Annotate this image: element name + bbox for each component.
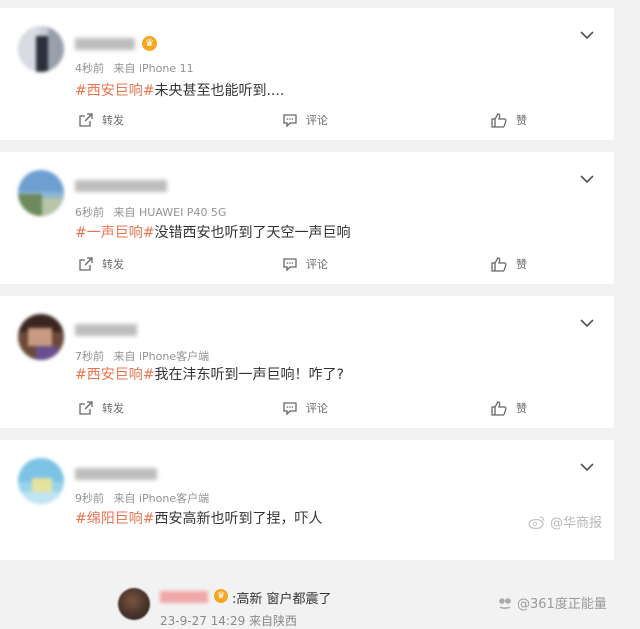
username-blurred[interactable] bbox=[75, 468, 157, 480]
hashtag-link[interactable]: #西安巨响# bbox=[75, 83, 154, 99]
chevron-down-icon[interactable] bbox=[580, 30, 594, 40]
post-meta: 9秒前 来自 iPhone客户端 bbox=[75, 490, 215, 506]
post-meta: 4秒前 来自 iPhone 11 bbox=[75, 60, 200, 76]
comment-icon bbox=[283, 402, 297, 416]
like-label: 赞 bbox=[516, 258, 527, 271]
share-icon bbox=[79, 113, 93, 127]
username-blurred[interactable] bbox=[75, 324, 137, 336]
share-button[interactable]: 转发 bbox=[78, 256, 124, 272]
post-card: 6秒前 来自 HUAWEI P40 5G #一声巨响#没错西安也听到了天空一声巨… bbox=[0, 152, 614, 284]
post-card: ♛ 4秒前 来自 iPhone 11 #西安巨响#未央甚至也能听到.... 转发… bbox=[0, 8, 614, 140]
avatar[interactable] bbox=[18, 26, 64, 72]
chevron-down-icon[interactable] bbox=[580, 318, 594, 328]
post-actions: 转发 评论 赞 bbox=[0, 256, 614, 276]
like-button[interactable]: 赞 bbox=[490, 256, 527, 272]
like-label: 赞 bbox=[516, 402, 527, 415]
vip-badge-icon: ♛ bbox=[214, 589, 228, 603]
comment-button[interactable]: 评论 bbox=[282, 256, 328, 272]
hashtag-link[interactable]: #西安巨响# bbox=[75, 367, 154, 383]
share-button[interactable]: 转发 bbox=[78, 112, 124, 128]
post-time[interactable]: 4秒前 bbox=[75, 62, 104, 75]
share-icon bbox=[79, 257, 93, 271]
reply-avatar[interactable] bbox=[118, 588, 150, 620]
share-label: 转发 bbox=[102, 258, 124, 271]
avatar[interactable] bbox=[18, 314, 64, 360]
comment-icon bbox=[283, 258, 297, 272]
post-source: 来自 iPhone 11 bbox=[113, 62, 194, 75]
post-source: 来自 iPhone客户端 bbox=[113, 350, 210, 363]
toutiao-watermark-text: @361度正能量 bbox=[517, 597, 607, 612]
thumbs-up-icon bbox=[491, 113, 507, 128]
post-source: 来自 HUAWEI P40 5G bbox=[113, 206, 227, 219]
like-label: 赞 bbox=[516, 114, 527, 127]
avatar[interactable] bbox=[18, 458, 64, 504]
weibo-feed: ♛ 4秒前 来自 iPhone 11 #西安巨响#未央甚至也能听到.... 转发… bbox=[0, 0, 640, 628]
post-text: 未央甚至也能听到.... bbox=[154, 83, 285, 99]
post-content: #绵阳巨响#西安高新也听到了捏，吓人 bbox=[75, 508, 322, 528]
reply-username-blurred[interactable] bbox=[160, 591, 208, 603]
post-text: 我在沣东听到一声巨响！咋了? bbox=[154, 367, 344, 383]
username-blurred[interactable] bbox=[75, 38, 135, 50]
post-time[interactable]: 7秒前 bbox=[75, 350, 104, 363]
like-button[interactable]: 赞 bbox=[490, 400, 527, 416]
reply-text: :高新 窗户都震了 bbox=[232, 592, 332, 607]
reply-meta: 23-9-27 14:29 来自陕西 bbox=[160, 614, 298, 628]
thumbs-up-icon bbox=[491, 257, 507, 272]
like-button[interactable]: 赞 bbox=[490, 112, 527, 128]
weibo-logo-icon bbox=[528, 515, 545, 529]
comment-button[interactable]: 评论 bbox=[282, 112, 328, 128]
comment-icon bbox=[283, 114, 297, 128]
comment-label: 评论 bbox=[306, 114, 328, 127]
comment-button[interactable]: 评论 bbox=[282, 400, 328, 416]
post-content: #西安巨响#未央甚至也能听到.... bbox=[75, 80, 284, 100]
hashtag-link[interactable]: #绵阳巨响# bbox=[75, 511, 154, 527]
toutiao-watermark: @361度正能量 bbox=[497, 593, 607, 612]
comment-label: 评论 bbox=[306, 258, 328, 271]
weibo-watermark-text: @华商报 bbox=[550, 516, 603, 531]
post-source: 来自 iPhone客户端 bbox=[113, 492, 210, 505]
post-meta: 6秒前 来自 HUAWEI P40 5G bbox=[75, 204, 232, 220]
post-card: 7秒前 来自 iPhone客户端 #西安巨响#我在沣东听到一声巨响！咋了? 转发… bbox=[0, 296, 614, 428]
share-icon bbox=[79, 401, 93, 415]
vip-badge-icon: ♛ bbox=[142, 36, 157, 51]
post-content: #西安巨响#我在沣东听到一声巨响！咋了? bbox=[75, 364, 344, 384]
thumbs-up-icon bbox=[491, 401, 507, 416]
toutiao-logo-icon bbox=[499, 597, 511, 609]
post-text: 没错西安也听到了天空一声巨响 bbox=[154, 225, 351, 241]
post-meta: 7秒前 来自 iPhone客户端 bbox=[75, 348, 215, 364]
username-blurred[interactable] bbox=[75, 180, 167, 192]
chevron-down-icon[interactable] bbox=[580, 174, 594, 184]
post-actions: 转发 评论 赞 bbox=[0, 400, 614, 420]
chevron-down-icon[interactable] bbox=[580, 462, 594, 472]
post-card: 9秒前 来自 iPhone客户端 #绵阳巨响#西安高新也听到了捏，吓人 bbox=[0, 440, 614, 560]
share-label: 转发 bbox=[102, 114, 124, 127]
share-button[interactable]: 转发 bbox=[78, 400, 124, 416]
weibo-watermark: @华商报 bbox=[528, 512, 602, 531]
post-text: 西安高新也听到了捏，吓人 bbox=[154, 511, 323, 527]
avatar[interactable] bbox=[18, 170, 64, 216]
post-time[interactable]: 6秒前 bbox=[75, 206, 104, 219]
hashtag-link[interactable]: #一声巨响# bbox=[75, 225, 154, 241]
comment-label: 评论 bbox=[306, 402, 328, 415]
share-label: 转发 bbox=[102, 402, 124, 415]
post-time[interactable]: 9秒前 bbox=[75, 492, 104, 505]
post-content: #一声巨响#没错西安也听到了天空一声巨响 bbox=[75, 222, 350, 242]
post-actions: 转发 评论 赞 bbox=[0, 112, 614, 132]
